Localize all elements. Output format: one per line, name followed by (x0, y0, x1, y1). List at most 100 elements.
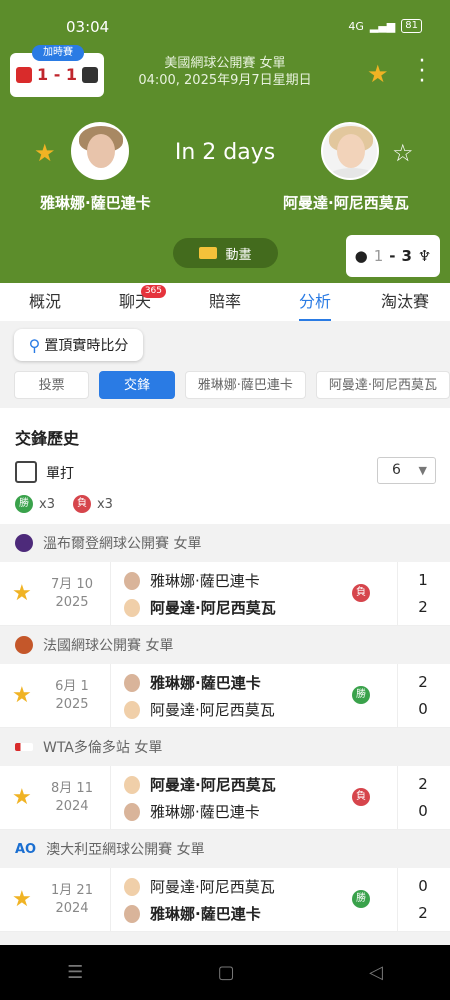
more-options-icon[interactable]: · · · (417, 51, 427, 93)
team-logo-icon: ♆ (417, 247, 432, 265)
wins-count: x3 (39, 496, 55, 512)
star-icon[interactable]: ★ (12, 785, 32, 810)
player-name: 阿曼達·阿尼西莫瓦 (150, 776, 276, 794)
player-row: 雅琳娜·薩巴連卡 (124, 900, 275, 927)
animation-button[interactable]: 動畫 (173, 238, 278, 268)
australian-open-logo-icon: AO (15, 841, 37, 857)
match-date: 1月 21 2024 (51, 883, 93, 916)
competition-name: 溫布爾登網球公開賽 女單 (43, 536, 202, 552)
match-players: 雅琳娜·薩巴連卡 阿曼達·阿尼西莫瓦 (124, 669, 275, 723)
match-header: 03:04 4G ▂▄▆ 81 加時賽 1 - 1 美國網球公開賽 女單 04:… (0, 0, 450, 283)
match-players: 雅琳娜·薩巴連卡 阿曼達·阿尼西莫瓦 (124, 567, 276, 621)
star-icon[interactable]: ★ (12, 581, 32, 606)
filter-player2[interactable]: 阿曼達·阿尼西莫瓦 (315, 371, 450, 399)
tab-odds[interactable]: 賠率 (180, 283, 270, 321)
match-row[interactable]: ★ 1月 21 2024 阿曼達·阿尼西莫瓦 雅琳娜·薩巴連卡 勝 02 (0, 868, 450, 932)
player-row: 阿曼達·阿尼西莫瓦 (124, 771, 276, 798)
player-avatar-icon (124, 877, 140, 896)
player2-avatar[interactable] (321, 122, 379, 180)
live-score-value: 1 - 1 (37, 65, 78, 84)
player-avatar-icon (124, 598, 140, 617)
match-datetime: 04:00, 2025年9月7日星期日 (138, 73, 312, 88)
team-logo-icon (82, 66, 99, 83)
tab-chat[interactable]: 聊天 365 (90, 283, 180, 321)
player-name: 雅琳娜·薩巴連卡 (150, 803, 260, 821)
match-players: 阿曼達·阿尼西莫瓦 雅琳娜·薩巴連卡 (124, 873, 275, 927)
player-row: 雅琳娜·薩巴連卡 (124, 669, 275, 696)
player1-name[interactable]: 雅琳娜·薩巴連卡 (40, 192, 151, 213)
tab-bar: 概況 聊天 365 賠率 分析 淘汰賽 (0, 283, 450, 321)
match-scores: 02 (418, 877, 428, 922)
competition-header: 溫布爾登網球公開賽 女單 (0, 524, 450, 562)
pin-live-score-button[interactable]: ⚲ 置頂實時比分 (14, 329, 143, 361)
team-logo-icon (16, 66, 32, 83)
match-count-value: 6 (392, 462, 401, 478)
losses-count: x3 (96, 496, 113, 512)
star-icon[interactable]: ★ (12, 887, 32, 912)
match-row[interactable]: ★ 7月 10 2025 雅琳娜·薩巴連卡 阿曼達·阿尼西莫瓦 負 12 (0, 562, 450, 626)
match-scores: 20 (418, 775, 428, 820)
status-bar: 03:04 4G ▂▄▆ 81 (0, 18, 450, 38)
battery-icon: 81 (401, 19, 422, 33)
wta-logo-icon (15, 743, 33, 751)
loss-icon: 負 (72, 495, 91, 513)
player-avatar-icon (124, 775, 140, 794)
animation-icon (199, 247, 218, 259)
chevron-down-icon: ▼ (418, 464, 427, 477)
player-avatar-icon (124, 700, 140, 719)
match-info: 美國網球公開賽 女單 04:00, 2025年9月7日星期日 (130, 55, 320, 89)
match-row[interactable]: ★ 8月 11 2024 阿曼達·阿尼西莫瓦 雅琳娜·薩巴連卡 負 20 (0, 766, 450, 830)
home-icon[interactable]: ▢ (218, 962, 235, 983)
competition-header: WTA多倫多站 女單 (0, 728, 450, 766)
player-avatar-icon (124, 571, 140, 590)
player-row: 阿曼達·阿尼西莫瓦 (124, 696, 275, 723)
tab-label: 分析 (298, 292, 331, 311)
live-score-card[interactable]: 加時賽 1 - 1 (10, 45, 104, 97)
signal-icon: 4G (348, 19, 364, 33)
player-name: 阿曼達·阿尼西莫瓦 (150, 599, 276, 617)
status-time: 03:04 (66, 18, 110, 36)
competition-title: 美國網球公開賽 女單 (164, 56, 286, 71)
h2h-score-card[interactable]: ● 1 - 3 ♆ (346, 235, 440, 277)
singles-checkbox[interactable] (15, 461, 37, 483)
h2h-title: 交鋒歷史 (15, 429, 80, 448)
player-name: 阿曼達·阿尼西莫瓦 (150, 701, 275, 719)
result-badge: 負 (352, 584, 370, 602)
player1-favorite-star-icon[interactable]: ★ (34, 139, 56, 167)
filter-player1[interactable]: 雅琳娜·薩巴連卡 (184, 371, 306, 399)
match-countdown: In 2 days (174, 140, 276, 165)
filter-h2h[interactable]: 交鋒 (99, 371, 175, 399)
win-icon: 勝 (15, 495, 33, 513)
menu-icon[interactable]: ☰ (67, 962, 83, 983)
back-icon[interactable]: ◁ (369, 962, 383, 983)
player-name: 雅琳娜·薩巴連卡 (150, 905, 261, 923)
favorite-star-icon[interactable]: ★ (367, 60, 389, 88)
tab-analysis[interactable]: 分析 (270, 283, 360, 321)
result-badge: 負 (352, 788, 370, 806)
h2h-dash: - (389, 247, 396, 265)
tab-overview[interactable]: 概況 (0, 283, 90, 321)
analysis-filter-chips: 投票 交鋒 雅琳娜·薩巴連卡 阿曼達·阿尼西莫瓦 (14, 371, 450, 399)
player-row: 阿曼達·阿尼西莫瓦 (124, 873, 275, 900)
result-badge: 勝 (352, 890, 370, 908)
match-scores: 20 (418, 673, 428, 718)
h2h-section: 交鋒歷史 單打 6 ▼ 勝 x3 負 x3 (0, 408, 450, 524)
match-row[interactable]: ★ 6月 1 2025 雅琳娜·薩巴連卡 阿曼達·阿尼西莫瓦 勝 20 (0, 664, 450, 728)
player-row: 雅琳娜·薩巴連卡 (124, 798, 276, 825)
result-badge: 勝 (352, 686, 370, 704)
player1-avatar[interactable] (71, 122, 129, 180)
overtime-tag: 加時賽 (32, 45, 84, 61)
tab-label: 概況 (28, 292, 61, 311)
star-icon[interactable]: ★ (12, 683, 32, 708)
competition-header: 法國網球公開賽 女單 (0, 626, 450, 664)
match-scores: 12 (418, 571, 428, 616)
player2-favorite-star-icon[interactable]: ☆ (392, 139, 414, 167)
tab-knockout[interactable]: 淘汰賽 (360, 283, 450, 321)
player-avatar-icon (124, 673, 140, 692)
player2-name[interactable]: 阿曼達·阿尼西莫瓦 (283, 192, 409, 213)
h2h-right-score: 3 (401, 247, 412, 265)
h2h-match-list: 溫布爾登網球公開賽 女單 ★ 7月 10 2025 雅琳娜·薩巴連卡 阿曼達·阿尼… (0, 524, 450, 932)
match-count-select[interactable]: 6 ▼ (377, 457, 436, 484)
animation-label: 動畫 (225, 247, 252, 263)
filter-vote[interactable]: 投票 (14, 371, 90, 399)
